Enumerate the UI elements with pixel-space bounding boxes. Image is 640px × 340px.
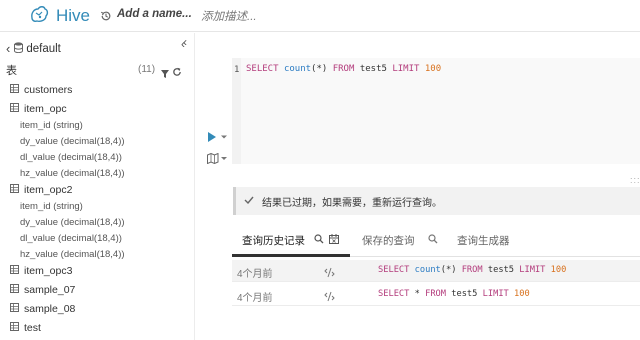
table-icon bbox=[10, 284, 24, 296]
history-icon[interactable] bbox=[100, 9, 112, 21]
left-assist-panel: ‹ default ‹ 表 (11) customers item_opc it… bbox=[0, 33, 195, 340]
column-item[interactable]: hz_value (decimal(18,4)) bbox=[20, 249, 125, 260]
column-item[interactable]: dl_value (decimal(18,4)) bbox=[20, 233, 122, 244]
map-button[interactable] bbox=[207, 151, 229, 169]
code-token: LIMIT bbox=[392, 64, 420, 74]
database-name: default bbox=[26, 42, 61, 55]
caret-down-icon bbox=[221, 135, 227, 139]
code-token: LIMIT bbox=[482, 289, 509, 299]
table-name: test bbox=[24, 322, 41, 334]
column-item[interactable]: dy_value (decimal(18,4)) bbox=[20, 136, 125, 147]
history-query: SELECT * FROM test5 LIMIT 100 bbox=[378, 289, 530, 299]
table-item-customers[interactable]: customers bbox=[10, 84, 72, 96]
line-number: 1 bbox=[234, 65, 240, 75]
history-query: SELECT count(*) FROM test5 LIMIT 100 bbox=[378, 265, 566, 275]
table-icon bbox=[10, 303, 24, 315]
query-name-field[interactable]: Add a name... bbox=[117, 8, 192, 20]
query-description-field[interactable]: 添加描述... bbox=[201, 8, 257, 24]
caret-down-icon bbox=[221, 157, 227, 160]
tab-label: 查询历史记录 bbox=[242, 235, 305, 247]
table-icon bbox=[10, 103, 24, 115]
history-time: 4个月前 bbox=[237, 293, 273, 304]
table-name: customers bbox=[24, 84, 73, 96]
active-tab-indicator bbox=[232, 254, 350, 257]
column-item[interactable]: hz_value (decimal(18,4)) bbox=[20, 168, 125, 179]
collapse-right-panel-icon[interactable]: ‹ bbox=[183, 35, 187, 49]
code-token: count bbox=[414, 265, 441, 275]
table-item-item-opc[interactable]: item_opc bbox=[10, 103, 67, 115]
code-token: * bbox=[409, 289, 426, 299]
table-item-sample-07[interactable]: sample_07 bbox=[10, 284, 75, 296]
tab-query-history[interactable]: 查询历史记录 bbox=[242, 233, 339, 248]
column-item[interactable]: item_id (string) bbox=[20, 201, 83, 212]
table-name: item_opc bbox=[24, 103, 67, 115]
search-icon[interactable] bbox=[427, 234, 438, 247]
tab-query-builder[interactable]: 查询生成器 bbox=[457, 233, 510, 248]
database-icon bbox=[14, 41, 24, 56]
table-icon bbox=[10, 84, 24, 96]
code-token: 100 bbox=[514, 289, 530, 299]
code-token: test5 bbox=[482, 265, 520, 275]
table-icon bbox=[10, 322, 24, 334]
table-name: sample_07 bbox=[24, 284, 76, 296]
tab-label: 保存的查询 bbox=[362, 235, 415, 247]
table-name: item_opc3 bbox=[24, 265, 73, 277]
code-token: SELECT bbox=[378, 289, 410, 299]
code-token: SELECT bbox=[246, 64, 279, 74]
code-token: FROM bbox=[332, 64, 355, 74]
top-bar: Hive Add a name... 添加描述... bbox=[0, 0, 640, 32]
notice-text: 结果已过期，如果需要，重新运行查询。 bbox=[262, 197, 442, 209]
run-button[interactable] bbox=[208, 129, 230, 147]
database-breadcrumb[interactable]: ‹ default bbox=[6, 41, 61, 56]
tables-label: 表 bbox=[6, 65, 17, 77]
app-name: Hive bbox=[56, 6, 91, 25]
map-icon bbox=[207, 152, 219, 165]
check-icon bbox=[244, 196, 262, 207]
column-item[interactable]: dl_value (decimal(18,4)) bbox=[20, 152, 122, 163]
code-token: (*) bbox=[440, 265, 462, 275]
history-row[interactable]: 4个月前 SELECT * FROM test5 LIMIT 100 bbox=[232, 284, 640, 306]
code-token: (*) bbox=[311, 64, 333, 74]
search-icon[interactable] bbox=[314, 234, 324, 247]
code-token: LIMIT bbox=[519, 265, 546, 275]
code-token: test5 bbox=[446, 289, 483, 299]
code-token: 100 bbox=[424, 64, 442, 74]
resize-handle[interactable]: :::: bbox=[630, 175, 640, 185]
code-token: count bbox=[283, 64, 312, 74]
results-tabs: 查询历史记录 保存的查询 查询生成器 bbox=[232, 227, 640, 257]
table-icon bbox=[10, 265, 24, 277]
results-expired-notice: 结果已过期，如果需要，重新运行查询。 bbox=[233, 187, 640, 215]
history-row[interactable]: 4个月前 SELECT count(*) FROM test5 LIMIT 10… bbox=[232, 260, 640, 282]
column-item[interactable]: item_id (string) bbox=[20, 120, 83, 131]
code-token: FROM bbox=[425, 289, 447, 299]
play-icon bbox=[208, 132, 216, 142]
tab-label: 查询生成器 bbox=[457, 235, 510, 247]
code-token: SELECT bbox=[378, 265, 410, 275]
table-item-item-opc3[interactable]: item_opc3 bbox=[10, 265, 72, 277]
history-time: 4个月前 bbox=[237, 269, 273, 280]
code-token: FROM bbox=[461, 265, 483, 275]
tab-saved-queries[interactable]: 保存的查询 bbox=[362, 233, 438, 248]
code-token: 100 bbox=[550, 265, 567, 275]
hive-logo-icon bbox=[28, 3, 50, 30]
calendar-icon[interactable] bbox=[329, 234, 339, 247]
code-icon bbox=[324, 265, 335, 283]
table-item-test[interactable]: test bbox=[10, 322, 41, 334]
tables-count: (11) bbox=[138, 64, 156, 75]
table-item-sample-08[interactable]: sample_08 bbox=[10, 303, 75, 315]
sql-editor[interactable]: 1 SELECT count(*) FROM test5 LIMIT 100 bbox=[232, 58, 640, 164]
table-name: item_opc2 bbox=[24, 184, 73, 196]
table-icon bbox=[10, 184, 24, 196]
code-line[interactable]: SELECT count(*) FROM test5 LIMIT 100 bbox=[246, 64, 441, 74]
chevron-left-icon[interactable]: ‹ bbox=[6, 41, 10, 56]
table-name: sample_08 bbox=[24, 303, 76, 315]
table-item-item-opc2[interactable]: item_opc2 bbox=[10, 184, 72, 196]
refresh-icon[interactable] bbox=[172, 64, 182, 82]
column-item[interactable]: dy_value (decimal(18,4)) bbox=[20, 217, 125, 228]
brand[interactable]: Hive bbox=[28, 5, 90, 27]
code-token: test5 bbox=[354, 64, 393, 74]
code-icon bbox=[324, 289, 335, 307]
filter-icon[interactable] bbox=[161, 65, 169, 83]
